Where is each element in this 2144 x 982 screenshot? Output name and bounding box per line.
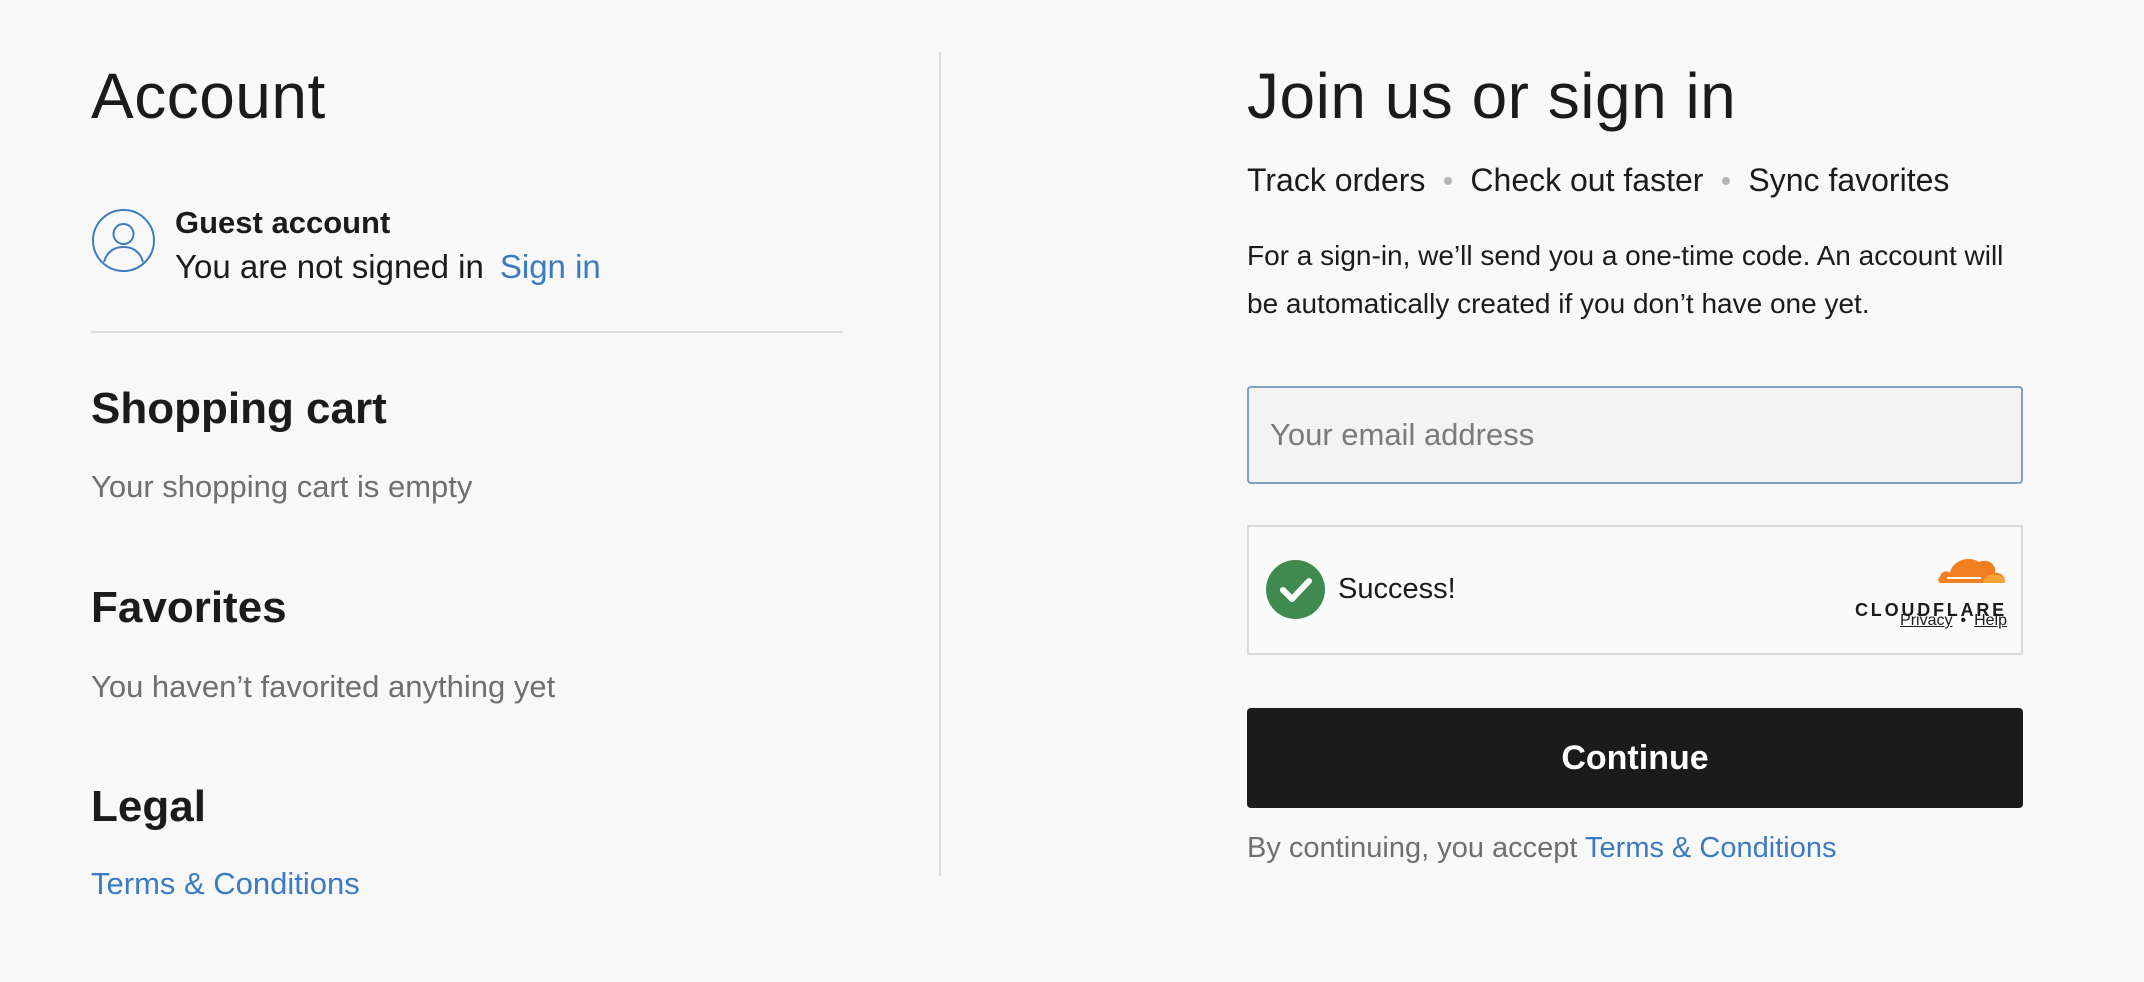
email-input[interactable] bbox=[1247, 386, 2023, 484]
guest-account: Guest account You are not signed in Sign … bbox=[91, 205, 843, 285]
benefits-list: Track orders Check out faster Sync favor… bbox=[1247, 162, 1949, 199]
legal-title: Legal bbox=[91, 782, 206, 831]
bullet-separator bbox=[1722, 176, 1731, 185]
terms-link[interactable]: Terms & Conditions bbox=[91, 866, 360, 902]
guest-status: You are not signed in Sign in bbox=[175, 248, 601, 286]
signed-out-text: You are not signed in bbox=[175, 248, 484, 285]
benefit-item: Sync favorites bbox=[1748, 162, 1950, 198]
benefit-item: Check out faster bbox=[1470, 162, 1704, 198]
favorites-empty-text: You haven’t favorited anything yet bbox=[91, 669, 556, 704]
captcha-widget[interactable]: Success! CLOUDFLARE Privacy • Help bbox=[1247, 525, 2023, 655]
signin-title: Join us or sign in bbox=[1247, 60, 1737, 132]
bullet-separator bbox=[1444, 176, 1453, 185]
link-separator: • bbox=[1960, 612, 1967, 629]
section-divider bbox=[91, 331, 843, 333]
favorites-title: Favorites bbox=[91, 583, 287, 632]
guest-account-title: Guest account bbox=[175, 205, 391, 240]
captcha-status: Success! bbox=[1338, 573, 1456, 605]
cloudflare-cloud-icon bbox=[1935, 549, 2007, 590]
help-link[interactable]: Help bbox=[1974, 612, 2007, 629]
privacy-link[interactable]: Privacy bbox=[1900, 612, 1952, 629]
column-divider bbox=[939, 52, 941, 876]
continue-button[interactable]: Continue bbox=[1247, 708, 2023, 808]
signin-description: For a sign-in, we’ll send you a one-time… bbox=[1247, 240, 2004, 319]
captcha-links: Privacy • Help bbox=[1900, 612, 2007, 630]
shopping-cart-empty-text: Your shopping cart is empty bbox=[91, 469, 473, 504]
accept-terms-text: By continuing, you accept Terms & Condit… bbox=[1247, 832, 1836, 865]
accept-terms-link[interactable]: Terms & Conditions bbox=[1585, 832, 1836, 864]
benefit-item: Track orders bbox=[1247, 162, 1426, 198]
shopping-cart-title: Shopping cart bbox=[91, 384, 387, 433]
user-outline-icon bbox=[91, 208, 156, 273]
sign-in-link[interactable]: Sign in bbox=[500, 248, 601, 285]
accept-prefix: By continuing, you accept bbox=[1247, 832, 1578, 864]
check-circle-icon bbox=[1266, 560, 1325, 619]
account-title: Account bbox=[91, 60, 326, 132]
